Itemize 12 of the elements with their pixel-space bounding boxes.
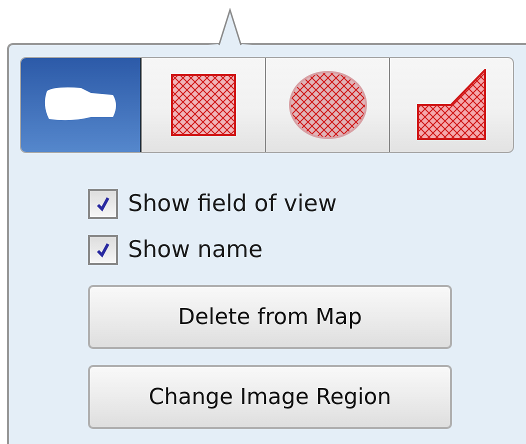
checkmark-icon [95, 196, 111, 212]
checkbox[interactable] [88, 189, 118, 219]
action-button[interactable]: Delete from Map [88, 285, 452, 349]
hatched-polygon-icon [416, 69, 486, 141]
checkmark-icon [95, 242, 111, 258]
shape-tool-button[interactable] [21, 58, 141, 152]
checkbox-label: Show field of view [128, 191, 337, 217]
hatched-circle-icon [288, 70, 368, 140]
checkbox-label: Show name [128, 237, 263, 263]
action-button[interactable]: Change Image Region [88, 365, 452, 429]
hatched-rectangle-icon [170, 74, 236, 136]
checkbox[interactable] [88, 235, 118, 265]
